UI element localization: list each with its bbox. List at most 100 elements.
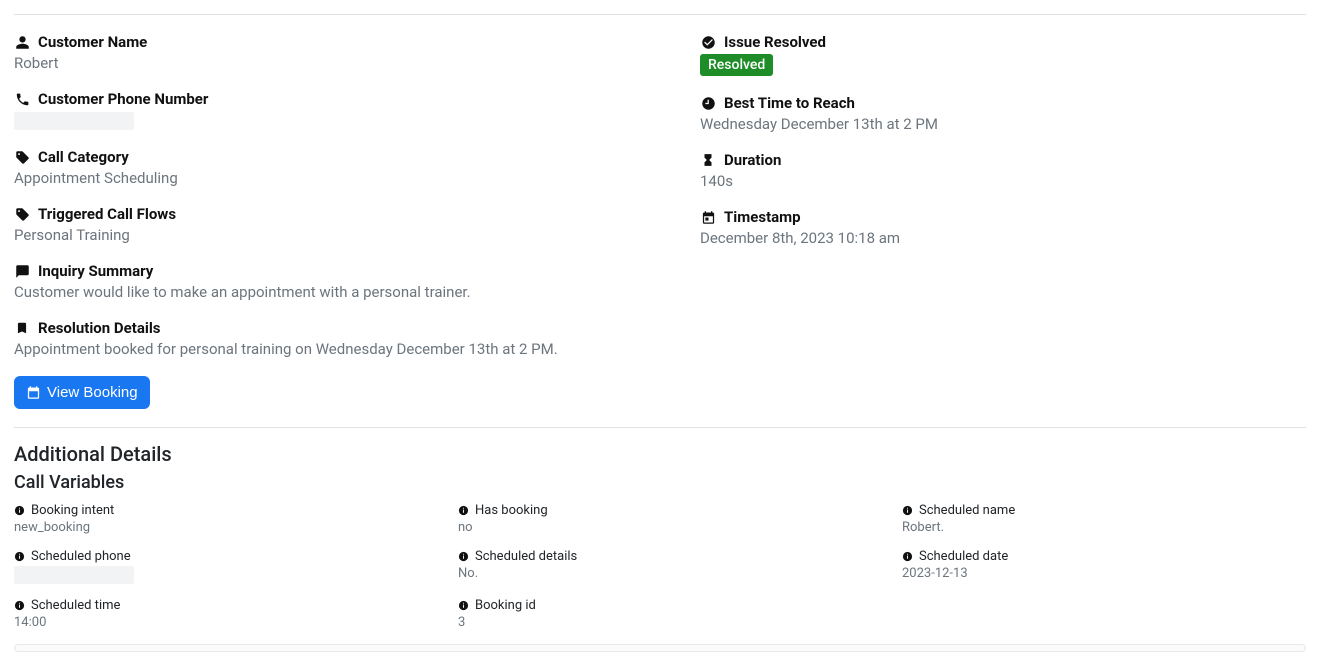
- section-divider: [14, 427, 1306, 428]
- call-variable-label: Scheduled phone: [14, 549, 418, 564]
- timestamp-field: Timestamp December 8th, 2023 10:18 am: [700, 208, 1320, 247]
- inquiry-summary-label: Inquiry Summary: [38, 262, 153, 280]
- best-time-field: Best Time to Reach Wednesday December 13…: [700, 94, 1320, 133]
- call-category-label: Call Category: [38, 148, 129, 166]
- right-column: Issue Resolved Resolved Best Time to Rea…: [700, 33, 1320, 409]
- call-variables-title: Call Variables: [14, 472, 1306, 493]
- info-icon: [14, 505, 25, 516]
- customer-name-value: Robert: [14, 54, 660, 72]
- field-label: Best Time to Reach: [700, 94, 1320, 112]
- info-icon: [458, 600, 469, 611]
- call-category-value: Appointment Scheduling: [14, 169, 660, 187]
- call-variable-label-text: Scheduled phone: [31, 549, 131, 564]
- call-variable-label: Booking id: [458, 598, 862, 613]
- bookmark-icon: [14, 320, 30, 336]
- call-variable-label-text: Booking intent: [31, 503, 114, 518]
- resolution-details-label: Resolution Details: [38, 319, 161, 337]
- calendar-date-icon: [700, 209, 716, 225]
- view-booking-button[interactable]: View Booking: [14, 376, 150, 409]
- issue-resolved-value: Resolved: [700, 54, 1320, 76]
- call-variable-item: Booking intent new_booking: [14, 503, 418, 535]
- duration-field: Duration 140s: [700, 151, 1320, 190]
- field-label: Triggered Call Flows: [14, 205, 660, 223]
- call-variable-label-text: Scheduled time: [31, 598, 120, 613]
- calendar-icon: [26, 385, 41, 400]
- call-variable-value: No.: [458, 566, 862, 581]
- call-variable-label-text: Scheduled name: [919, 503, 1015, 518]
- person-icon: [14, 34, 30, 50]
- resolved-badge: Resolved: [700, 54, 773, 76]
- inquiry-summary-value: Customer would like to make an appointme…: [14, 283, 660, 301]
- call-variable-label: Scheduled date: [902, 549, 1306, 564]
- call-variable-label: Scheduled time: [14, 598, 418, 613]
- call-variable-value: 2023-12-13: [902, 566, 1306, 581]
- duration-label: Duration: [724, 151, 781, 169]
- phone-icon: [14, 91, 30, 107]
- info-icon: [458, 505, 469, 516]
- call-variable-value: new_booking: [14, 520, 418, 535]
- call-variable-value: 3: [458, 615, 862, 630]
- triggered-flows-label: Triggered Call Flows: [38, 205, 176, 223]
- timestamp-label: Timestamp: [724, 208, 801, 226]
- check-circle-icon: [700, 34, 716, 50]
- info-icon: [902, 551, 913, 562]
- call-variable-label: Scheduled name: [902, 503, 1306, 518]
- call-variable-value: Robert.: [902, 520, 1306, 535]
- left-column: Customer Name Robert Customer Phone Numb…: [14, 33, 660, 409]
- issue-resolved-field: Issue Resolved Resolved: [700, 33, 1320, 76]
- tag-icon: [14, 149, 30, 165]
- clock-icon: [700, 95, 716, 111]
- call-variable-value: [14, 566, 418, 584]
- field-label: Issue Resolved: [700, 33, 1320, 51]
- customer-phone-value: [14, 111, 660, 130]
- tags-icon: [14, 206, 30, 222]
- timestamp-value: December 8th, 2023 10:18 am: [700, 229, 1320, 247]
- call-variable-item: Scheduled time 14:00: [14, 598, 418, 630]
- call-variable-label-text: Scheduled date: [919, 549, 1008, 564]
- info-icon: [14, 551, 25, 562]
- call-variable-item: Scheduled details No.: [458, 549, 862, 584]
- call-variable-label-text: Has booking: [475, 503, 548, 518]
- call-variable-label: Booking intent: [14, 503, 418, 518]
- details-columns: Customer Name Robert Customer Phone Numb…: [14, 33, 1306, 409]
- field-label: Resolution Details: [14, 319, 660, 337]
- call-variable-item: Scheduled name Robert.: [902, 503, 1306, 535]
- redacted-block: [14, 112, 134, 130]
- info-icon: [458, 551, 469, 562]
- resolution-details-value: Appointment booked for personal training…: [14, 340, 660, 358]
- bottom-panel: [14, 644, 1306, 652]
- field-label: Customer Phone Number: [14, 90, 660, 108]
- info-icon: [14, 600, 25, 611]
- call-variable-value: 14:00: [14, 615, 418, 630]
- best-time-label: Best Time to Reach: [724, 94, 855, 112]
- redacted-block: [14, 566, 134, 584]
- issue-resolved-label: Issue Resolved: [724, 33, 826, 51]
- call-variable-label: Has booking: [458, 503, 862, 518]
- field-label: Call Category: [14, 148, 660, 166]
- call-variable-item: Scheduled phone: [14, 549, 418, 584]
- call-variables-grid: Booking intent new_booking Has booking no Sc…: [14, 503, 1306, 630]
- field-label: Duration: [700, 151, 1320, 169]
- call-variable-label-text: Scheduled details: [475, 549, 577, 564]
- view-booking-label: View Booking: [47, 384, 138, 401]
- best-time-value: Wednesday December 13th at 2 PM: [700, 115, 1320, 133]
- triggered-flows-value: Personal Training: [14, 226, 660, 244]
- field-label: Inquiry Summary: [14, 262, 660, 280]
- call-variable-value: no: [458, 520, 862, 535]
- call-variable-item: Booking id 3: [458, 598, 862, 630]
- call-variable-label-text: Booking id: [475, 598, 536, 613]
- customer-name-label: Customer Name: [38, 33, 147, 51]
- field-label: Timestamp: [700, 208, 1320, 226]
- comment-icon: [14, 263, 30, 279]
- call-variable-label: Scheduled details: [458, 549, 862, 564]
- customer-phone-field: Customer Phone Number: [14, 90, 660, 130]
- call-category-field: Call Category Appointment Scheduling: [14, 148, 660, 187]
- resolution-details-field: Resolution Details Appointment booked fo…: [14, 319, 660, 358]
- top-divider: [14, 14, 1306, 15]
- inquiry-summary-field: Inquiry Summary Customer would like to m…: [14, 262, 660, 301]
- additional-details-title: Additional Details: [14, 442, 1306, 466]
- triggered-flows-field: Triggered Call Flows Personal Training: [14, 205, 660, 244]
- duration-value: 140s: [700, 172, 1320, 190]
- customer-phone-label: Customer Phone Number: [38, 90, 208, 108]
- field-label: Customer Name: [14, 33, 660, 51]
